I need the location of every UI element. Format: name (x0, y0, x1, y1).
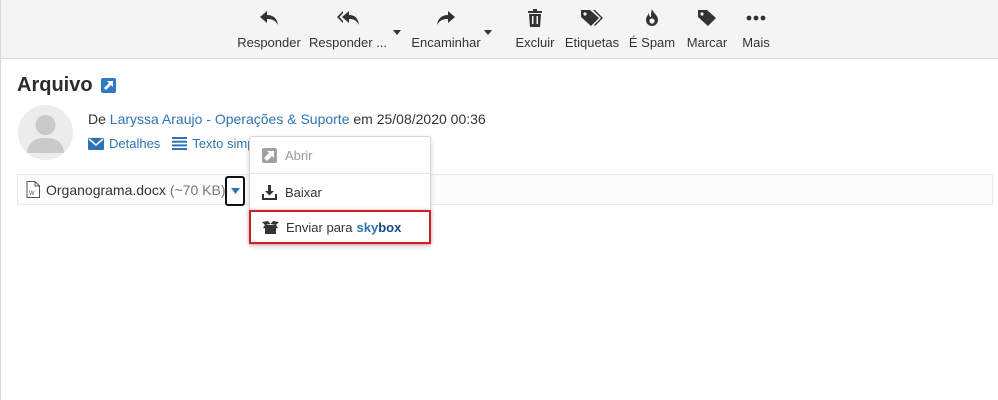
envelope-icon (88, 137, 104, 150)
word-document-icon: W (26, 181, 40, 198)
details-link[interactable]: Detalhes (88, 136, 160, 151)
download-icon (260, 184, 278, 200)
spam-label: É Spam (628, 35, 676, 50)
message-date: 25/08/2020 00:36 (376, 111, 486, 127)
mark-button[interactable]: Marcar (685, 6, 729, 54)
forward-label: Encaminhar (411, 35, 481, 50)
header-actions: Detalhes Texto simp (88, 136, 266, 151)
svg-text:W: W (29, 191, 35, 197)
menu-item-download[interactable]: Baixar (250, 174, 430, 210)
menu-item-send-to-skybox[interactable]: Enviar para skybox (249, 210, 431, 244)
sender-link[interactable]: Laryssa Araujo - Operações & Suporte (110, 111, 350, 127)
reply-all-icon (336, 6, 360, 30)
tag-icon (697, 6, 717, 30)
menu-item-download-label: Baixar (285, 184, 322, 200)
labels-button[interactable]: Etiquetas (564, 6, 620, 54)
forward-icon (436, 6, 456, 30)
date-prefix: em (353, 111, 373, 127)
forward-button[interactable]: Encaminhar (411, 6, 481, 54)
ellipsis-icon (746, 6, 766, 30)
skybox-brand-box: box (378, 219, 402, 235)
reply-all-button[interactable]: Responder ... (308, 6, 388, 54)
from-line: De Laryssa Araujo - Operações & Suporte … (88, 111, 486, 127)
forward-options-caret[interactable] (483, 27, 493, 37)
subject-title: Arquivo (17, 74, 93, 96)
mark-label: Marcar (686, 35, 728, 50)
caret-down-icon (230, 188, 240, 194)
text-lines-icon (172, 137, 188, 150)
spam-button[interactable]: É Spam (628, 6, 676, 54)
menu-item-open-label: Abrir (285, 147, 313, 163)
subject-row: Arquivo (17, 74, 116, 97)
reply-label: Responder (237, 35, 301, 50)
reply-icon (259, 6, 279, 30)
more-label: Mais (742, 35, 770, 50)
attachment-item[interactable]: W Organograma.docx (~70 KB) (26, 181, 225, 198)
plain-text-label: Texto simp (192, 136, 255, 151)
labels-label: Etiquetas (564, 35, 620, 50)
mail-view: Responder Responder ... Encaminhar Exclu… (0, 0, 998, 400)
user-silhouette-icon (27, 115, 64, 153)
menu-item-open[interactable]: Abrir (250, 137, 430, 173)
more-button[interactable]: Mais (739, 6, 773, 54)
trash-icon (527, 6, 543, 30)
spam-fire-icon (644, 6, 660, 30)
open-external-icon (260, 147, 278, 163)
attachment-menu: Abrir Baixar Enviar para skybox (249, 136, 431, 245)
delete-button[interactable]: Excluir (514, 6, 556, 54)
attachment-name: Organograma.docx (46, 181, 166, 198)
toolbar: Responder Responder ... Encaminhar Exclu… (1, 0, 998, 59)
attachment-bar: W Organograma.docx (~70 KB) (17, 174, 993, 206)
menu-item-send-label: Enviar para (286, 219, 353, 235)
skybox-brand: skybox (356, 220, 401, 235)
skybox-brand-sky: sky (356, 219, 379, 235)
attachment-size: (~70 KB) (169, 181, 226, 198)
details-label: Detalhes (109, 136, 161, 151)
tags-icon (580, 6, 604, 30)
plain-text-link[interactable]: Texto simp (172, 136, 254, 151)
from-prefix: De (88, 111, 106, 127)
open-box-icon (261, 220, 279, 234)
open-in-new-window-icon[interactable] (100, 78, 116, 93)
delete-label: Excluir (515, 35, 555, 50)
reply-options-caret[interactable] (392, 27, 402, 37)
reply-button[interactable]: Responder (237, 6, 301, 54)
attachment-menu-toggle[interactable] (225, 176, 245, 206)
avatar (18, 105, 73, 160)
reply-all-label: Responder ... (308, 35, 388, 50)
